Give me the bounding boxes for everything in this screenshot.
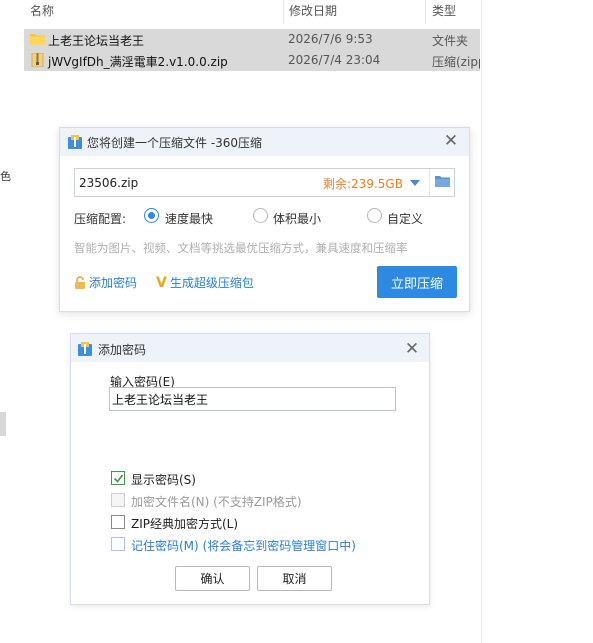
- file-name: 上老王论坛当老王: [48, 34, 145, 48]
- super-pack-link[interactable]: V 生成超级压缩包: [156, 274, 254, 291]
- radio-label-custom[interactable]: 自定义: [387, 210, 423, 227]
- zip-classic-encryption-checkbox[interactable]: [111, 515, 125, 529]
- output-filename-field[interactable]: 剩余:239.5GB: [74, 168, 455, 197]
- encrypt-filenames-checkbox[interactable]: [111, 493, 125, 507]
- file-type: 文件夹: [432, 34, 469, 48]
- nav-item-fragment[interactable]: 色: [0, 168, 11, 184]
- nav-scroll-marker[interactable]: [0, 412, 6, 436]
- file-row[interactable]: 上老王论坛当老王 2026/7/6 9:53 文件夹: [24, 29, 480, 50]
- add-password-link[interactable]: 添加密码: [74, 274, 137, 291]
- 360-compress-logo-icon: [78, 342, 92, 356]
- column-divider[interactable]: [425, 0, 426, 24]
- v-badge-icon: V: [156, 275, 167, 291]
- dialog-titlebar[interactable]: 您将创建一个压缩文件 -360压缩 ✕: [60, 128, 469, 156]
- checkmark-icon: [113, 474, 124, 483]
- 360-compress-logo-icon: [68, 135, 82, 149]
- chevron-down-icon[interactable]: [407, 175, 423, 191]
- lock-icon: [75, 276, 85, 289]
- password-input[interactable]: [112, 390, 392, 408]
- file-type: 压缩(zipped): [432, 55, 480, 69]
- browse-folder-button[interactable]: [429, 169, 455, 196]
- confirm-button[interactable]: 确认: [175, 566, 250, 591]
- column-header-type[interactable]: 类型: [432, 2, 456, 19]
- dialog-title: 添加密码: [98, 343, 147, 357]
- close-icon[interactable]: ✕: [442, 131, 460, 151]
- show-password-label[interactable]: 显示密码(S): [131, 471, 196, 488]
- compress-now-button[interactable]: 立即压缩: [377, 266, 457, 298]
- cancel-button[interactable]: 取消: [257, 566, 332, 591]
- encrypt-filenames-label: 加密文件名(N) (不支持ZIP格式): [131, 495, 302, 509]
- zip-file-icon: [31, 53, 44, 67]
- column-divider[interactable]: [283, 0, 284, 24]
- file-name: jWVgIfDh_满淫電車2.v1.0.0.zip: [48, 55, 228, 69]
- pane-divider: [481, 0, 482, 643]
- free-space-label: 剩余:239.5GB: [323, 177, 403, 191]
- dialog-title: 您将创建一个压缩文件 -360压缩: [87, 136, 263, 150]
- password-field[interactable]: [109, 387, 396, 411]
- folder-icon: [435, 176, 450, 187]
- compress-dialog: 您将创建一个压缩文件 -360压缩 ✕ 剩余:239.5GB 压缩配置: 速度最…: [59, 127, 470, 312]
- compress-options-label: 压缩配置:: [74, 212, 127, 226]
- column-header-name[interactable]: 名称: [30, 2, 54, 19]
- remember-password-label[interactable]: 记住密码(M) (将会备忘到密码管理窗口中): [131, 537, 356, 554]
- radio-custom[interactable]: [367, 208, 382, 223]
- super-pack-label: 生成超级压缩包: [169, 276, 254, 290]
- close-icon[interactable]: ✕: [403, 339, 421, 359]
- dialog-titlebar[interactable]: 添加密码 ✕: [71, 334, 429, 362]
- add-password-label: 添加密码: [89, 276, 138, 290]
- show-password-checkbox[interactable]: [111, 471, 125, 485]
- remember-password-checkbox[interactable]: [111, 537, 125, 551]
- zip-classic-encryption-label[interactable]: ZIP经典加密方式(L): [131, 515, 238, 532]
- file-date: 2026/7/4 23:04: [288, 53, 381, 67]
- navigation-pane: 色: [0, 0, 11, 643]
- compression-hint: 智能为图片、视频、文档等挑选最优压缩方式，兼具速度和压缩率: [74, 241, 408, 255]
- radio-fastest[interactable]: [144, 208, 159, 223]
- file-date: 2026/7/6 9:53: [288, 32, 373, 46]
- password-dialog: 添加密码 ✕ 输入密码(E) 显示密码(S) 加密文件名(N) (不支持ZIP格…: [70, 333, 430, 605]
- filename-input[interactable]: [79, 173, 279, 192]
- folder-icon: [30, 34, 45, 45]
- radio-label-smallest[interactable]: 体积最小: [273, 210, 321, 227]
- radio-smallest[interactable]: [253, 208, 268, 223]
- column-header-date[interactable]: 修改日期: [289, 2, 337, 19]
- file-row[interactable]: jWVgIfDh_满淫電車2.v1.0.0.zip 2026/7/4 23:04…: [24, 50, 480, 71]
- radio-label-fastest[interactable]: 速度最快: [165, 210, 213, 227]
